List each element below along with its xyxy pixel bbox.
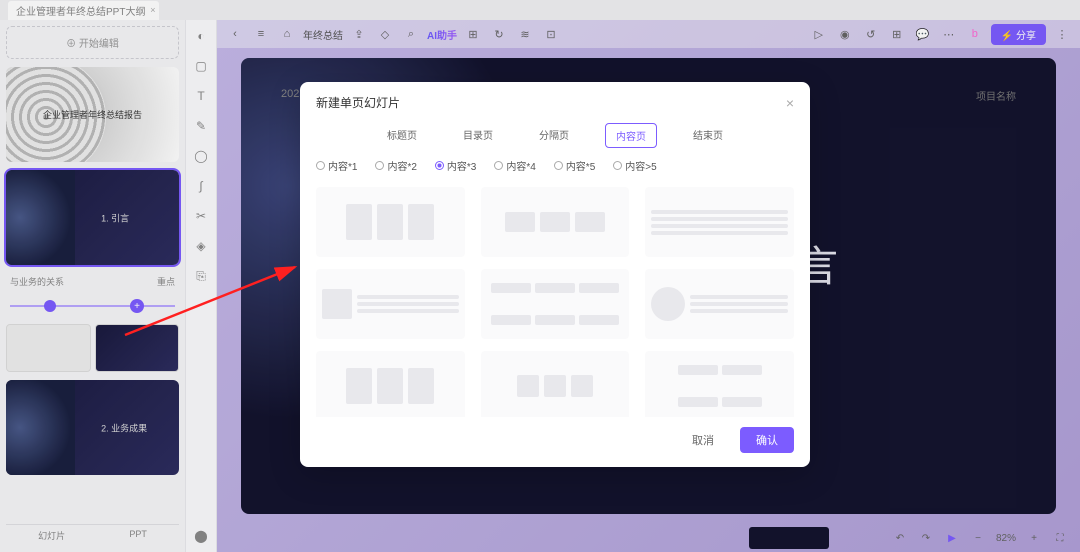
template-card-9[interactable] (645, 351, 794, 417)
cover-title-text: 企业管理者年终总结报告 (43, 108, 142, 121)
template-card-6[interactable] (645, 269, 794, 339)
modal-tab-title[interactable]: 标题页 (377, 123, 427, 148)
template-card-5[interactable] (481, 269, 630, 339)
modal-radio-row: 内容*1 内容*2 内容*3 内容*4 内容*5 内容>5 (300, 158, 810, 183)
radio-content-gt5[interactable]: 内容>5 (613, 158, 656, 173)
radio-content-4[interactable]: 内容*4 (494, 158, 535, 173)
modal-header: 新建单页幻灯片 × (300, 82, 810, 119)
modal-tab-content[interactable]: 内容页 (605, 123, 657, 148)
template-card-8[interactable] (481, 351, 630, 417)
new-slide-modal: 新建单页幻灯片 × 标题页 目录页 分隔页 内容页 结束页 内容*1 内容*2 … (300, 82, 810, 467)
confirm-button[interactable]: 确认 (740, 427, 794, 453)
modal-tabs: 标题页 目录页 分隔页 内容页 结束页 (300, 119, 810, 158)
modal-title: 新建单页幻灯片 (316, 94, 400, 111)
modal-body (300, 183, 810, 417)
template-card-4[interactable] (316, 269, 465, 339)
cancel-button[interactable]: 取消 (676, 427, 730, 453)
template-card-3[interactable] (645, 187, 794, 257)
modal-footer: 取消 确认 (300, 417, 810, 467)
template-card-1[interactable] (316, 187, 465, 257)
template-card-2[interactable] (481, 187, 630, 257)
modal-close-icon[interactable]: × (786, 95, 794, 111)
radio-content-3[interactable]: 内容*3 (435, 158, 476, 173)
template-card-7[interactable] (316, 351, 465, 417)
modal-tab-divider[interactable]: 分隔页 (529, 123, 579, 148)
radio-content-1[interactable]: 内容*1 (316, 158, 357, 173)
radio-content-2[interactable]: 内容*2 (375, 158, 416, 173)
modal-tab-end[interactable]: 结束页 (683, 123, 733, 148)
modal-tab-toc[interactable]: 目录页 (453, 123, 503, 148)
radio-content-5[interactable]: 内容*5 (554, 158, 595, 173)
